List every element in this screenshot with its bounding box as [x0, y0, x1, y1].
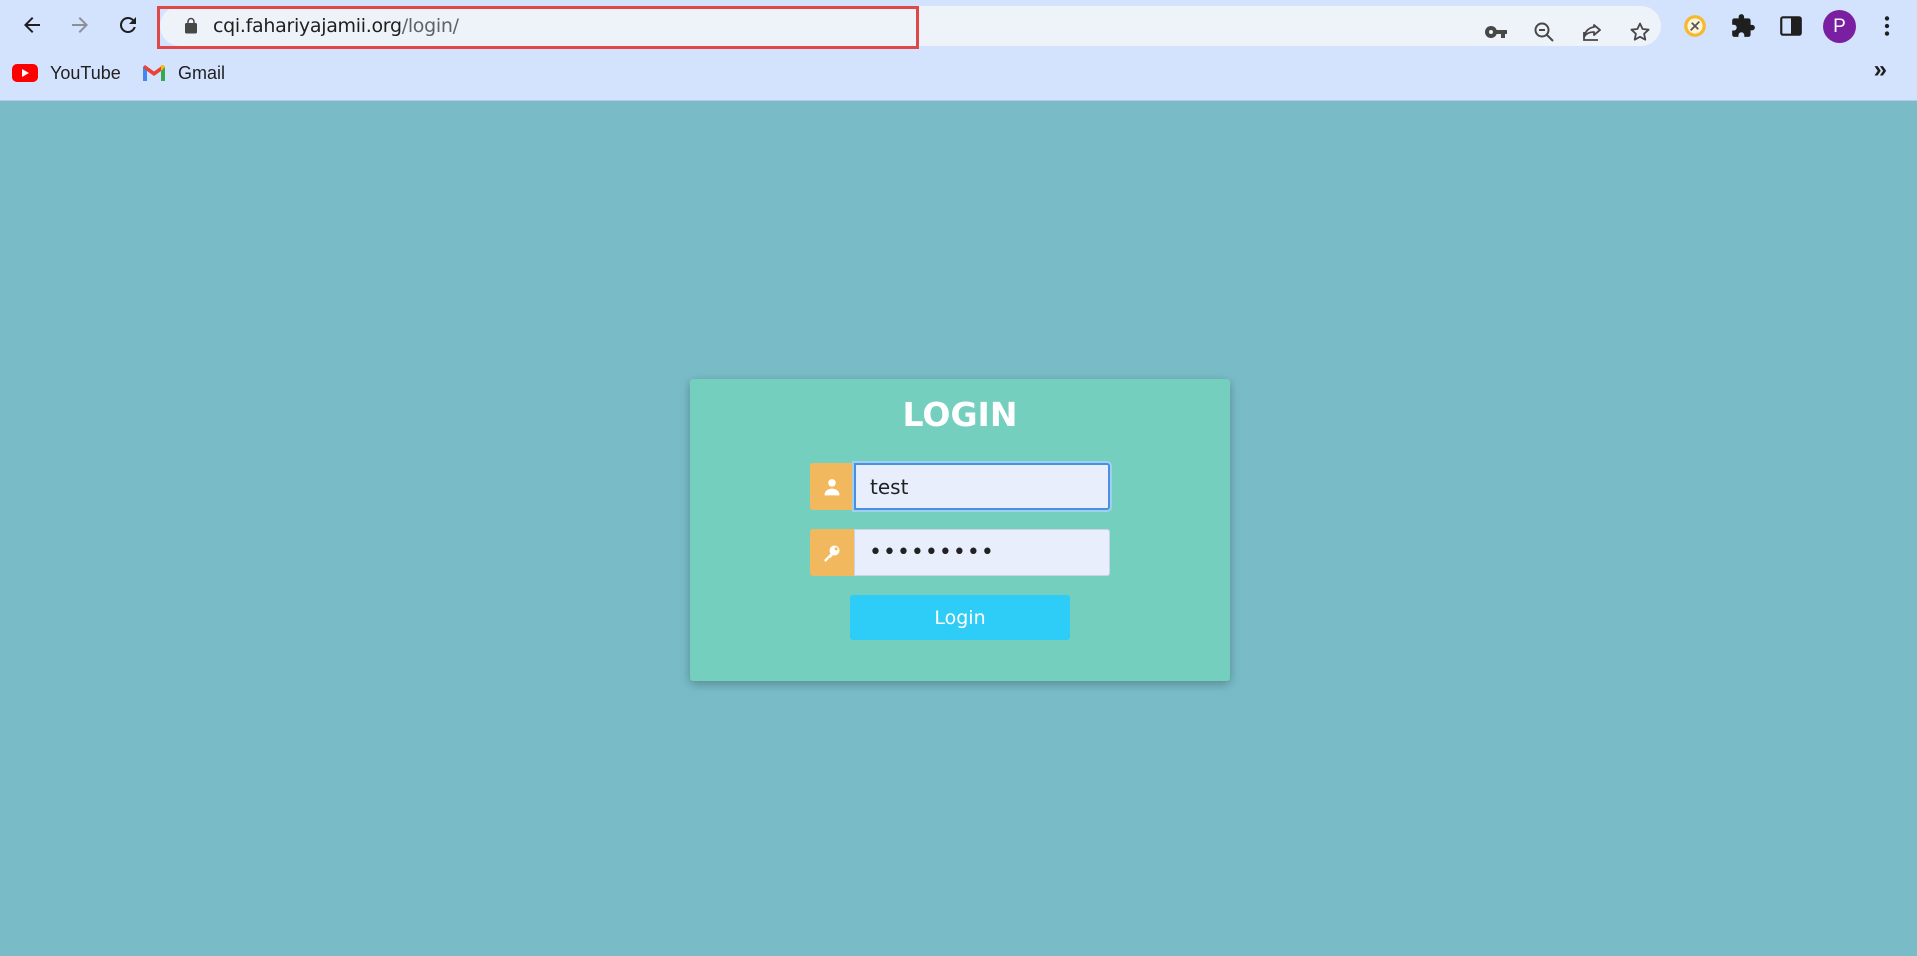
puzzle-icon: [1732, 14, 1755, 37]
zoom-out-icon: [1534, 22, 1554, 42]
extensions-button[interactable]: [1728, 11, 1758, 41]
share-button[interactable]: [1579, 19, 1605, 45]
username-input[interactable]: [854, 463, 1110, 510]
user-icon-box: [810, 463, 854, 510]
password-manager-button[interactable]: [1483, 19, 1509, 45]
profile-avatar[interactable]: P: [1823, 10, 1856, 43]
bookmark-label: YouTube: [50, 62, 121, 83]
url-path: /login/: [401, 15, 459, 37]
bookmark-star-button[interactable]: [1627, 19, 1653, 45]
bookmarks-bar: [0, 52, 1917, 101]
side-panel-button[interactable]: [1776, 11, 1806, 41]
password-field: [810, 529, 1110, 576]
reload-button[interactable]: [111, 8, 145, 42]
bookmarks-overflow-button[interactable]: »: [1874, 56, 1887, 83]
reload-icon: [119, 16, 136, 33]
password-input[interactable]: [854, 529, 1110, 576]
extension-button[interactable]: [1680, 11, 1710, 41]
user-icon: [824, 478, 840, 495]
address-bar[interactable]: cqi.fahariyajamii.org/login/: [160, 6, 1661, 46]
arrow-right-icon: [72, 17, 88, 33]
browser-toolbar: cqi.fahariyajamii.org/login/ P: [0, 0, 1917, 52]
youtube-icon: [12, 64, 38, 82]
forward-button[interactable]: [63, 8, 97, 42]
zoom-button[interactable]: [1531, 19, 1557, 45]
url-host: cqi.fahariyajamii.org: [213, 15, 402, 37]
login-title: LOGIN: [902, 395, 1018, 434]
login-card: LOGIN Login: [690, 379, 1230, 681]
gmail-icon: [143, 65, 165, 81]
login-button[interactable]: Login: [850, 595, 1070, 640]
star-icon: [1630, 22, 1650, 41]
browser-menu-button[interactable]: [1872, 11, 1902, 41]
bookmark-gmail[interactable]: Gmail: [142, 61, 225, 85]
share-icon: [1583, 24, 1601, 41]
arrow-left-icon: [24, 17, 40, 33]
extension-badge-icon: [1684, 15, 1706, 37]
username-field: [810, 463, 1110, 510]
key-icon-box: [810, 529, 854, 576]
lock-icon: [185, 17, 197, 34]
back-button[interactable]: [15, 8, 49, 42]
side-panel-icon: [1780, 16, 1802, 36]
key-icon: [1484, 26, 1507, 38]
key-icon: [824, 545, 840, 561]
bookmark-label: Gmail: [178, 62, 226, 83]
url-text[interactable]: cqi.fahariyajamii.org/login/: [213, 15, 459, 37]
bookmark-youtube[interactable]: YouTube: [12, 61, 121, 85]
kebab-menu-icon: [1884, 16, 1890, 36]
